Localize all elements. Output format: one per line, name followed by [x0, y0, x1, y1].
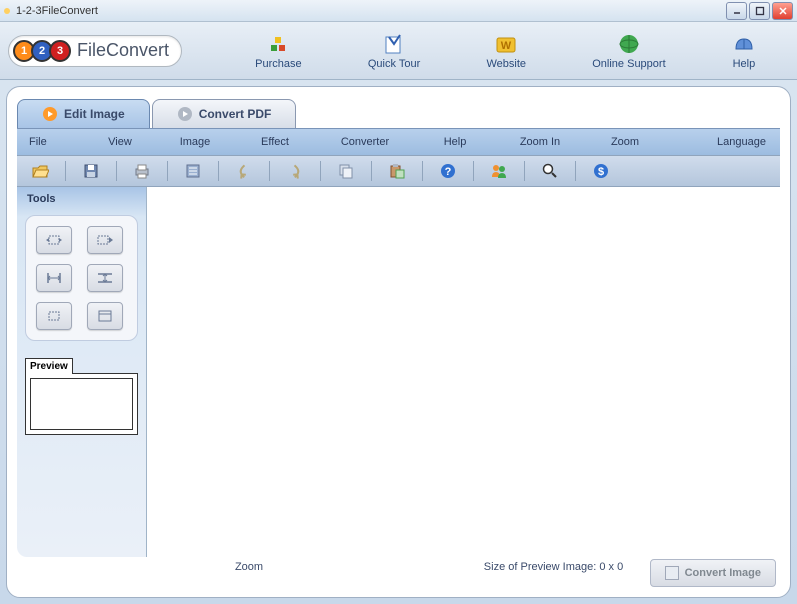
nav-website[interactable]: W Website	[474, 28, 538, 74]
main-card: Edit Image Convert PDF File View Image E…	[6, 86, 791, 598]
nav-purchase-label: Purchase	[255, 58, 301, 70]
redo-button[interactable]	[278, 159, 312, 183]
tool-resize-v[interactable]	[87, 264, 123, 292]
app-indicator	[4, 8, 10, 14]
help-icon	[732, 32, 756, 56]
save-button[interactable]	[74, 159, 108, 183]
tool-resize-h[interactable]	[36, 264, 72, 292]
status-zoom: Zoom	[159, 561, 339, 573]
logo-oval-3: 3	[49, 40, 71, 62]
menu-language[interactable]: Language	[665, 133, 772, 151]
convert-pdf-icon	[177, 106, 193, 122]
convert-image-icon	[665, 566, 679, 580]
nav-support[interactable]: Online Support	[580, 28, 677, 74]
users-button[interactable]	[482, 159, 516, 183]
tool-window[interactable]	[87, 302, 123, 330]
image-canvas[interactable]	[147, 187, 780, 557]
nav-purchase[interactable]: Purchase	[243, 28, 313, 74]
quicktour-icon	[382, 32, 406, 56]
preview-panel: Preview	[25, 357, 138, 435]
tool-crop-right[interactable]	[87, 226, 123, 254]
left-panel: Tools Preview	[17, 187, 147, 557]
menu-image[interactable]: Image	[155, 133, 235, 151]
preview-outer	[25, 373, 138, 435]
svg-text:?: ?	[445, 166, 452, 178]
properties-button[interactable]	[176, 159, 210, 183]
menu-file[interactable]: File	[25, 133, 85, 151]
tab-edit-image[interactable]: Edit Image	[17, 99, 150, 128]
minimize-button[interactable]	[726, 2, 747, 20]
copy-button[interactable]	[329, 159, 363, 183]
tab-edit-image-label: Edit Image	[64, 107, 125, 121]
tool-crop-width[interactable]	[36, 226, 72, 254]
nav-quicktour-label: Quick Tour	[368, 58, 420, 70]
preview-label: Preview	[25, 358, 73, 374]
print-button[interactable]	[125, 159, 159, 183]
support-icon	[617, 32, 641, 56]
paste-button[interactable]	[380, 159, 414, 183]
menu-effect[interactable]: Effect	[235, 133, 315, 151]
tabs: Edit Image Convert PDF	[17, 99, 780, 128]
titlebar: 1-2-3FileConvert	[0, 0, 797, 22]
tool-select[interactable]	[36, 302, 72, 330]
top-strip: 1 2 3 FileConvert Purchase Quick Tour W …	[0, 22, 797, 80]
nav-website-label: Website	[486, 58, 526, 70]
toolbar: ? $	[17, 155, 780, 187]
window-controls	[726, 2, 793, 20]
svg-text:W: W	[501, 40, 512, 52]
menu-view[interactable]: View	[85, 133, 155, 151]
top-nav: Purchase Quick Tour W Website Online Sup…	[222, 28, 789, 74]
nav-help[interactable]: Help	[720, 28, 768, 74]
menubar: File View Image Effect Converter Help Zo…	[17, 128, 780, 155]
zoom-button[interactable]	[533, 159, 567, 183]
tab-convert-pdf-label: Convert PDF	[199, 107, 272, 121]
nav-help-label: Help	[733, 58, 756, 70]
help-button[interactable]: ?	[431, 159, 465, 183]
nav-quicktour[interactable]: Quick Tour	[356, 28, 432, 74]
menu-help[interactable]: Help	[415, 133, 495, 151]
tab-convert-pdf[interactable]: Convert PDF	[152, 99, 297, 128]
convert-image-button: Convert Image	[650, 559, 776, 587]
menu-zoomin[interactable]: Zoom In	[495, 133, 585, 151]
edit-image-icon	[42, 106, 58, 122]
tools-palette	[25, 215, 138, 341]
close-button[interactable]	[772, 2, 793, 20]
convert-image-label: Convert Image	[685, 567, 761, 579]
tools-header: Tools	[17, 187, 146, 211]
workspace: Tools Preview	[17, 187, 780, 557]
maximize-button[interactable]	[749, 2, 770, 20]
logo-text: FileConvert	[77, 40, 169, 61]
menu-converter[interactable]: Converter	[315, 133, 415, 151]
open-button[interactable]	[23, 159, 57, 183]
app-logo: 1 2 3 FileConvert	[8, 35, 182, 67]
website-icon: W	[494, 32, 518, 56]
purchase-button[interactable]: $	[584, 159, 618, 183]
purchase-icon	[266, 32, 290, 56]
main-area: Edit Image Convert PDF File View Image E…	[0, 80, 797, 604]
preview-canvas	[30, 378, 133, 430]
nav-support-label: Online Support	[592, 58, 665, 70]
menu-zoom[interactable]: Zoom	[585, 133, 665, 151]
undo-button[interactable]	[227, 159, 261, 183]
window-title: 1-2-3FileConvert	[16, 5, 726, 17]
svg-text:$: $	[598, 166, 604, 178]
